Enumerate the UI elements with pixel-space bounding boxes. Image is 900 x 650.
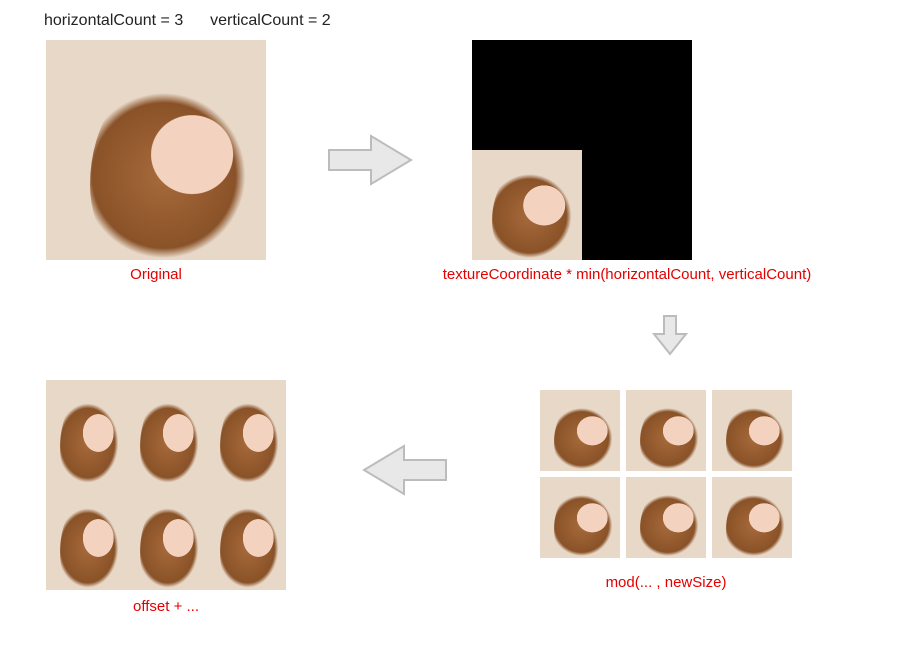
tile: [126, 485, 206, 590]
tile: [626, 390, 706, 471]
tile: [540, 390, 620, 471]
param2-label: verticalCount: [210, 12, 303, 29]
tile: [46, 485, 126, 590]
caption-original: Original: [46, 266, 266, 283]
arrow-right-icon: [325, 130, 415, 190]
caption-scaled: textureCoordinate * min(horizontalCount,…: [382, 266, 872, 283]
tile: [712, 390, 792, 471]
parameters-line: horizontalCount = 3 verticalCount = 2: [44, 12, 331, 30]
portrait-image: [46, 40, 266, 260]
tile: [712, 477, 792, 558]
param1-label: horizontalCount: [44, 12, 156, 29]
arrow-down-icon: [650, 314, 690, 356]
tile: [626, 477, 706, 558]
stage-original: [46, 40, 266, 260]
caption-offset: offset + ...: [46, 598, 286, 615]
portrait-image: [472, 150, 582, 260]
param2-value: 2: [322, 12, 331, 29]
caption-tiled: mod(... , newSize): [540, 574, 792, 591]
tile: [206, 485, 286, 590]
tile: [540, 477, 620, 558]
stage-tiled-mod: [540, 390, 792, 558]
tile: [206, 380, 286, 485]
param1-value: 3: [174, 12, 183, 29]
arrow-left-icon: [360, 440, 450, 500]
tile: [126, 380, 206, 485]
stage-offset: [46, 380, 286, 590]
stage-scaled: [472, 40, 692, 260]
tile: [46, 380, 126, 485]
